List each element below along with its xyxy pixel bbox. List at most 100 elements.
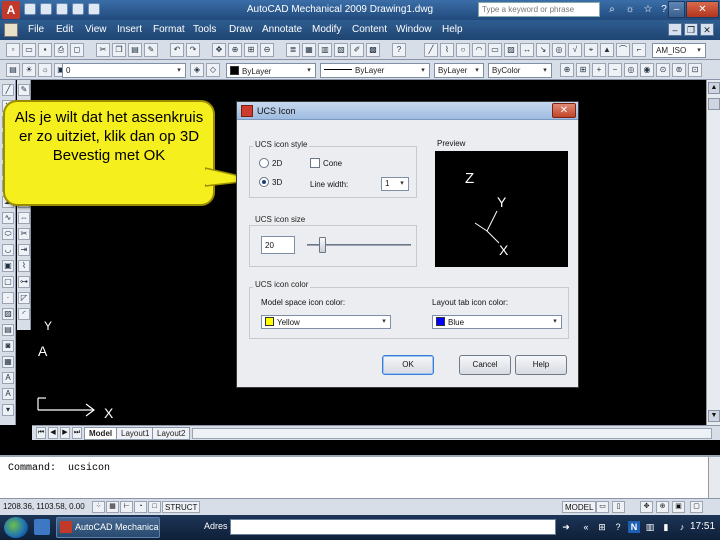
quick-view-drawings-icon[interactable]: ▯: [612, 501, 625, 513]
command-scrollbar[interactable]: [708, 457, 720, 498]
menu-edit[interactable]: Edit: [56, 24, 73, 35]
tab-first-icon[interactable]: ⏮: [36, 427, 46, 439]
address-input[interactable]: [230, 519, 556, 535]
rectangle-icon[interactable]: ▭: [488, 43, 502, 57]
region-icon[interactable]: ◙: [2, 340, 14, 352]
tray-expand-icon[interactable]: «: [580, 521, 592, 533]
minimize-button[interactable]: –: [668, 1, 685, 18]
layer-combo[interactable]: 0 ▾: [62, 63, 186, 78]
menu-draw[interactable]: Draw: [229, 24, 252, 35]
layout-tab-color-select[interactable]: Blue ▾: [432, 315, 562, 329]
zoom-dynamic-icon[interactable]: ⊚: [672, 63, 686, 77]
ellipse-icon[interactable]: ⬭: [2, 228, 14, 240]
pan-status-icon[interactable]: ✥: [640, 501, 653, 513]
menu-content[interactable]: Content: [352, 24, 387, 35]
extend-icon[interactable]: ⇥: [18, 244, 30, 256]
dialog-close-button[interactable]: ✕: [552, 103, 576, 118]
design-center-icon[interactable]: ▦: [302, 43, 316, 57]
quick-launch-icon[interactable]: [34, 519, 50, 535]
snap-toggle-icon[interactable]: ⁘: [92, 501, 105, 513]
signal-icon[interactable]: ▥: [644, 521, 656, 533]
clean-screen-icon[interactable]: ▢: [690, 501, 703, 513]
pan-icon[interactable]: ✥: [212, 43, 226, 57]
radio-3d[interactable]: [259, 177, 269, 187]
osnap-toggle-icon[interactable]: □: [148, 501, 161, 513]
grid-toggle-icon[interactable]: ▦: [106, 501, 119, 513]
menu-file[interactable]: File: [28, 24, 44, 35]
ok-button[interactable]: OK: [382, 355, 434, 375]
undo-toolbar-icon[interactable]: ↶: [170, 43, 184, 57]
linewidth-select[interactable]: 1 ▾: [381, 177, 409, 191]
doc-minimize-button[interactable]: –: [668, 23, 682, 36]
zoom-out-icon[interactable]: −: [608, 63, 622, 77]
add-selected-icon[interactable]: ▾: [2, 404, 14, 416]
lock-status-icon[interactable]: ▣: [672, 501, 685, 513]
scroll-thumb[interactable]: [708, 98, 720, 110]
doc-restore-button[interactable]: ❐: [684, 23, 698, 36]
text-icon[interactable]: A: [2, 388, 14, 400]
weld-icon[interactable]: ⌒: [616, 43, 630, 57]
plotstyle-combo[interactable]: ByColor ▾: [488, 63, 552, 78]
hatch-tool-icon[interactable]: ▨: [2, 308, 14, 320]
tab-prev-icon[interactable]: ◀: [48, 427, 58, 439]
tab-layout1[interactable]: Layout1: [116, 427, 155, 440]
spline-icon[interactable]: ∿: [2, 212, 14, 224]
doc-close-button[interactable]: ✕: [700, 23, 714, 36]
power-icon[interactable]: ▮: [660, 521, 672, 533]
scroll-up-icon[interactable]: ▲: [708, 82, 720, 94]
windows-start-icon[interactable]: [4, 517, 28, 538]
edge-icon[interactable]: ⌐: [632, 43, 646, 57]
line-tool-icon[interactable]: ╱: [2, 84, 14, 96]
undo-icon[interactable]: [72, 3, 84, 15]
radio-2d[interactable]: [259, 158, 269, 168]
search-input[interactable]: Type a keyword or phrase: [478, 2, 600, 17]
icon-size-input[interactable]: 20: [261, 236, 295, 254]
redo-toolbar-icon[interactable]: ↷: [186, 43, 200, 57]
ortho-toggle-icon[interactable]: ⊢: [120, 501, 133, 513]
lineweight-combo[interactable]: ByLayer ▾: [434, 63, 484, 78]
balloon-icon[interactable]: ◎: [552, 43, 566, 57]
tray-n-icon[interactable]: N: [628, 521, 640, 533]
hatch-icon[interactable]: ▨: [504, 43, 518, 57]
menu-annotate[interactable]: Annotate: [262, 24, 302, 35]
arc-icon[interactable]: ◠: [472, 43, 486, 57]
line-icon[interactable]: ╱: [424, 43, 438, 57]
fillet-icon[interactable]: ◜: [18, 308, 30, 320]
horizontal-scrollbar[interactable]: [192, 428, 712, 439]
tab-last-icon[interactable]: ⏭: [72, 427, 82, 439]
dimension-style-combo[interactable]: AM_ISO ▾: [652, 43, 706, 58]
insert-block-icon[interactable]: ▣: [2, 260, 14, 272]
new-icon[interactable]: ▫: [6, 43, 20, 57]
quick-view-layouts-icon[interactable]: ▭: [596, 501, 609, 513]
zoom-all-icon[interactable]: ⊕: [560, 63, 574, 77]
leader-icon[interactable]: ↘: [536, 43, 550, 57]
zoom-object-icon[interactable]: ◉: [640, 63, 654, 77]
taskbar-autocad-button[interactable]: AutoCAD Mechanical...: [56, 517, 160, 538]
linetype-combo[interactable]: ByLayer ▾: [320, 63, 430, 78]
close-window-button[interactable]: ✕: [686, 1, 719, 18]
zoom-scale-icon[interactable]: ⊙: [656, 63, 670, 77]
layer-previous-icon[interactable]: ◇: [206, 63, 220, 77]
open-file-icon[interactable]: [40, 3, 52, 15]
zoom-window2-icon[interactable]: ⊡: [688, 63, 702, 77]
menu-help[interactable]: Help: [442, 24, 463, 35]
menu-window[interactable]: Window: [396, 24, 432, 35]
menu-insert[interactable]: Insert: [117, 24, 142, 35]
menu-format[interactable]: Format: [153, 24, 185, 35]
sun-icon[interactable]: ☼: [38, 63, 52, 77]
match-properties-icon[interactable]: ✎: [144, 43, 158, 57]
menu-modify[interactable]: Modify: [312, 24, 341, 35]
ellipse-arc-icon[interactable]: ◡: [2, 244, 14, 256]
open-icon[interactable]: ▭: [22, 43, 36, 57]
layer-manager-icon[interactable]: ▤: [6, 63, 20, 77]
tab-next-icon[interactable]: ▶: [60, 427, 70, 439]
sheet-set-icon[interactable]: ▧: [334, 43, 348, 57]
copy-icon[interactable]: ❐: [112, 43, 126, 57]
polyline-icon[interactable]: ⌇: [440, 43, 454, 57]
vertical-scrollbar[interactable]: ▲ ▼: [706, 80, 720, 425]
model-space-color-select[interactable]: Yellow ▾: [261, 315, 391, 329]
help-toolbar-icon[interactable]: ?: [392, 43, 406, 57]
break-icon[interactable]: ⌇: [18, 260, 30, 272]
tab-model[interactable]: Model: [84, 427, 118, 440]
mtext-icon[interactable]: A: [2, 372, 14, 384]
